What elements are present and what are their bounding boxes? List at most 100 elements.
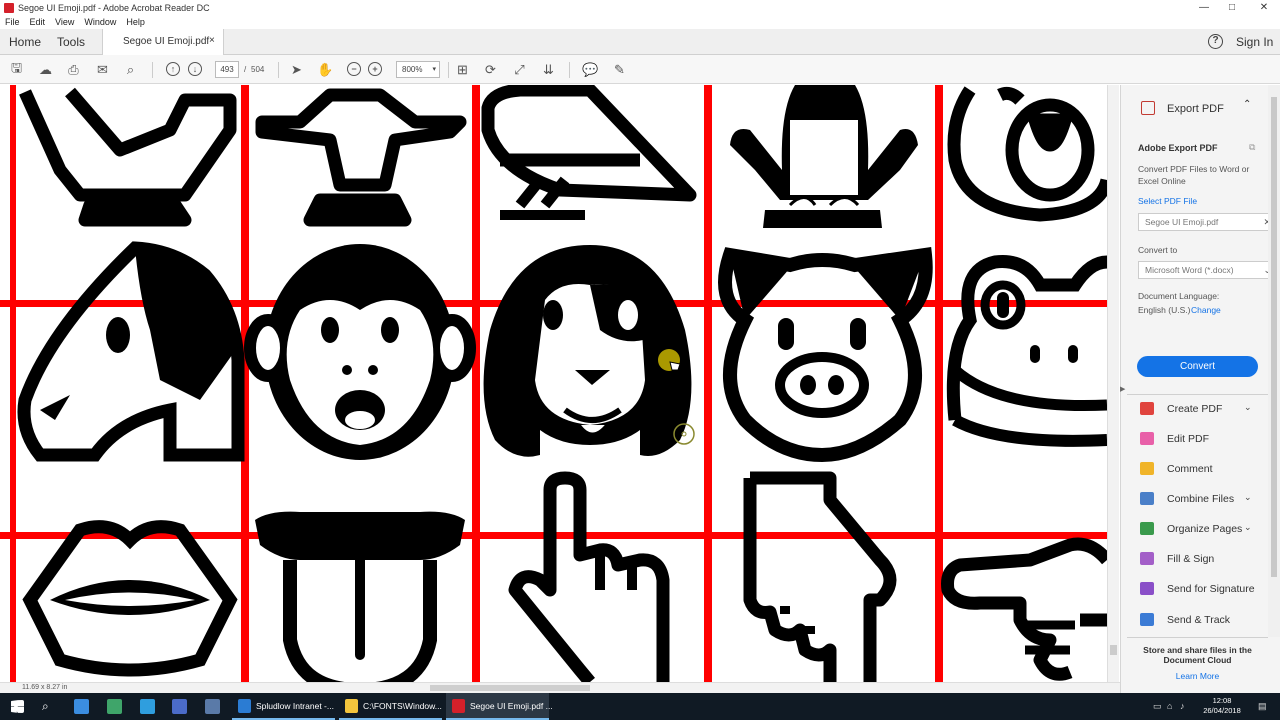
tab-document[interactable]: Segoe UI Emoji.pdf ×	[102, 29, 224, 56]
document-language-label: Document Language:	[1138, 291, 1220, 301]
acrobat-app-icon	[4, 2, 14, 13]
pinned-app-icon[interactable]	[107, 699, 122, 714]
restore-button[interactable]: □	[1216, 0, 1248, 15]
chevron-down-icon[interactable]: ⌄	[1244, 522, 1252, 533]
toolbar-divider	[448, 62, 449, 78]
horizontal-scroll-thumb[interactable]	[430, 685, 590, 691]
battery-icon[interactable]: ▭	[1153, 701, 1162, 712]
selected-file-field[interactable]: Segoe UI Emoji.pdf ✕	[1138, 213, 1277, 231]
collapse-pane-arrow[interactable]: ▶	[1120, 385, 1125, 393]
select-pdf-file-link[interactable]: Select PDF File	[1138, 196, 1197, 206]
tab-bar: Home Tools Segoe UI Emoji.pdf ×	[0, 29, 1280, 56]
learn-more-link[interactable]: Learn More	[1127, 671, 1268, 681]
tab-tools[interactable]: Tools	[57, 29, 85, 55]
volume-icon[interactable]: ♪	[1180, 701, 1185, 711]
next-page-icon[interactable]: ↓	[188, 62, 202, 76]
vertical-scrollbar[interactable]	[1107, 85, 1119, 682]
frog-face-glyph	[946, 254, 1107, 447]
sign-in-link[interactable]: Sign In	[1236, 35, 1273, 49]
chicken-glyph	[19, 87, 237, 227]
highlight-pen-icon[interactable]: ✎	[611, 61, 628, 78]
notifications-icon[interactable]: ▤	[1258, 701, 1267, 712]
chevron-down-icon[interactable]: ⌄	[1244, 402, 1252, 413]
tool-item[interactable]: Send & Track	[1140, 611, 1265, 629]
dove-glyph	[481, 85, 697, 220]
pinned-app-icon[interactable]	[205, 699, 220, 714]
tool-item[interactable]: Create PDF ⌄	[1140, 400, 1265, 418]
convert-button[interactable]: Convert	[1137, 356, 1258, 377]
scroll-mode-icon[interactable]: ⇊	[540, 61, 557, 78]
send-signature-icon	[1140, 582, 1154, 595]
help-icon[interactable]: ?	[1208, 34, 1223, 49]
close-window-button[interactable]: ✕	[1248, 0, 1280, 15]
right-tools-pane: Export PDF ⌃ Adobe Export PDF ⧉ Convert …	[1120, 85, 1280, 693]
comment-tool-icon[interactable]: 💬	[582, 61, 599, 78]
page-total: 504	[251, 65, 265, 74]
tool-item[interactable]: Fill & Sign	[1140, 550, 1265, 568]
taskbar-item-label: Spludlow Intranet -...	[256, 701, 334, 711]
zoom-select[interactable]: 800% ▾	[396, 61, 440, 78]
change-language-link[interactable]: Change	[1191, 305, 1221, 315]
menu-view[interactable]: View	[55, 17, 74, 27]
upload-cloud-icon[interactable]: ☁	[37, 61, 54, 78]
folder-icon	[345, 699, 358, 713]
print-icon[interactable]: ⎙	[65, 61, 82, 78]
menu-help[interactable]: Help	[126, 17, 145, 27]
network-icon[interactable]: ⌂	[1167, 701, 1172, 711]
chevron-up-icon[interactable]: ⌃	[1243, 99, 1251, 110]
document-language-value: English (U.S.)	[1138, 305, 1191, 315]
pinned-app-icon[interactable]	[172, 699, 187, 714]
taskbar-item[interactable]: Segoe UI Emoji.pdf ...	[446, 693, 553, 720]
clock-time: 12:08	[1212, 696, 1232, 705]
taskbar-item-label: Segoe UI Emoji.pdf ...	[470, 701, 553, 711]
footer-text: Store and share files in the Document Cl…	[1143, 645, 1252, 665]
menu-window[interactable]: Window	[84, 17, 116, 27]
close-tab-button[interactable]: ×	[209, 35, 215, 46]
convert-to-select[interactable]: Microsoft Word (*.docx) ⌄	[1138, 261, 1277, 279]
previous-page-icon[interactable]: ↑	[166, 62, 180, 76]
tool-item[interactable]: Send for Signature	[1140, 580, 1265, 598]
tool-item-label: Edit PDF	[1167, 433, 1210, 445]
pane-scrollbar[interactable]	[1268, 85, 1280, 637]
email-icon[interactable]: ✉	[94, 61, 111, 78]
title-bar: Segoe UI Emoji.pdf - Adobe Acrobat Reade…	[0, 0, 1280, 15]
task-view-icon[interactable]	[74, 699, 89, 714]
acrobat-icon	[452, 699, 465, 713]
tool-item[interactable]: Comment	[1140, 460, 1265, 478]
tool-item-label: Send & Track	[1167, 614, 1231, 626]
copy-icon[interactable]: ⧉	[1249, 142, 1255, 153]
clock[interactable]: 12:08 26/04/2018	[1197, 696, 1247, 716]
zoom-in-icon[interactable]: +	[368, 62, 382, 76]
toolbar-divider	[569, 62, 570, 78]
start-icon[interactable]	[11, 700, 24, 713]
toolbar: 🖫 ☁ ⎙ ✉ ⌕ ↑ ↓ 493 / 504 ➤ ✋ − + 800% ▾ ⊞…	[0, 55, 1280, 84]
chevron-down-icon: ▾	[432, 66, 436, 73]
taskbar-item[interactable]: C:\FONTS\Window...	[339, 693, 442, 720]
scroll-thumb[interactable]	[1110, 645, 1117, 655]
document-view[interactable]	[0, 85, 1120, 682]
save-icon[interactable]: 🖫	[8, 60, 25, 78]
tool-item[interactable]: Organize Pages ⌄	[1140, 520, 1265, 538]
chevron-down-icon[interactable]: ⌄	[1244, 492, 1252, 503]
pinned-app-icon[interactable]	[140, 699, 155, 714]
selected-file-name: Segoe UI Emoji.pdf	[1145, 217, 1219, 227]
search-icon[interactable]: ⌕	[42, 699, 49, 714]
search-icon[interactable]: ⌕	[122, 61, 139, 78]
tool-item-label: Create PDF	[1167, 403, 1223, 415]
export-pdf-title[interactable]: Export PDF	[1167, 103, 1224, 115]
rotate-view-icon[interactable]: ⟳	[482, 61, 499, 78]
pane-scroll-thumb[interactable]	[1271, 97, 1277, 577]
select-cursor-icon[interactable]: ➤	[288, 61, 305, 78]
menu-file[interactable]: File	[5, 17, 20, 27]
tool-item[interactable]: Combine Files ⌄	[1140, 490, 1265, 508]
tool-item[interactable]: Edit PDF	[1140, 430, 1265, 448]
page-number-input[interactable]: 493	[215, 61, 239, 78]
menu-edit[interactable]: Edit	[30, 17, 46, 27]
fit-page-icon[interactable]: ⊞	[454, 61, 471, 78]
full-screen-icon[interactable]: ⤢	[511, 61, 528, 78]
tab-home[interactable]: Home	[9, 29, 41, 55]
taskbar-item[interactable]: Spludlow Intranet -...	[232, 693, 335, 720]
toolbar-divider	[152, 62, 153, 78]
hand-tool-icon[interactable]: ✋	[317, 61, 334, 78]
zoom-out-icon[interactable]: −	[347, 62, 361, 76]
